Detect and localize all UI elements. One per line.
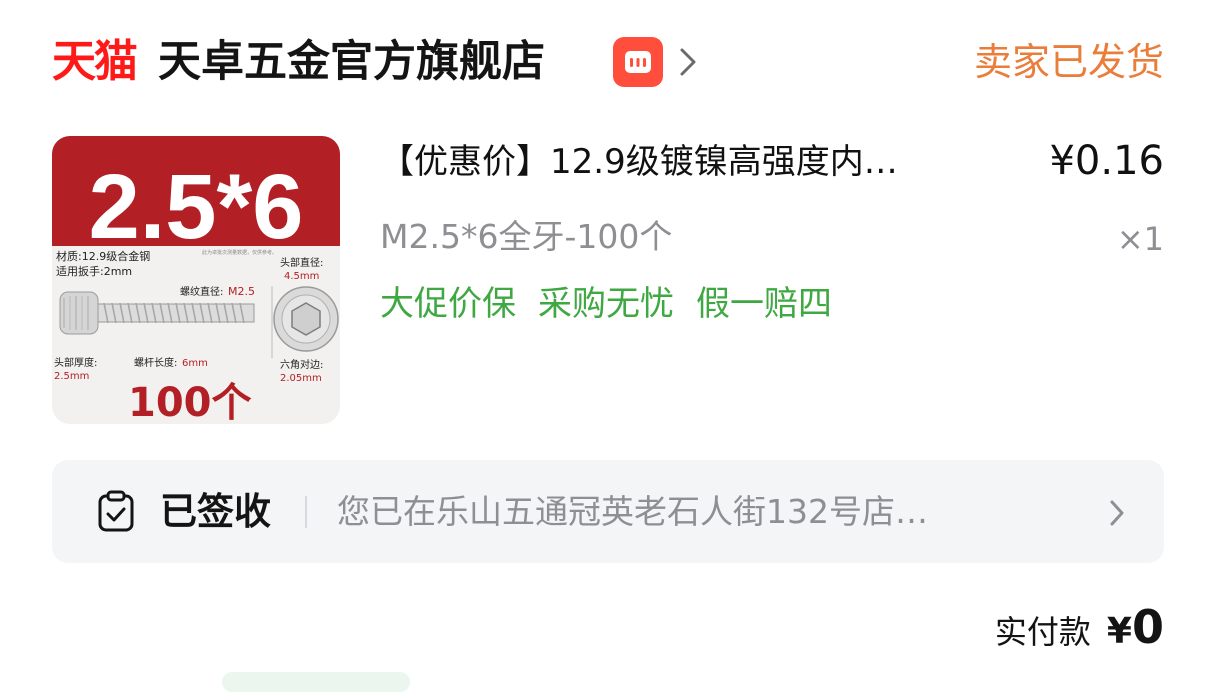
image-wrench: 适用扳手:2mm <box>56 264 132 278</box>
payment-row: 实付款 ¥0 <box>995 600 1164 654</box>
product-spec: M2.5*6全牙-100个 <box>380 217 673 256</box>
image-head-diameter-value: 4.5mm <box>284 271 319 282</box>
image-head-thickness-label: 头部厚度: <box>54 356 97 369</box>
shop-badge-icon[interactable] <box>613 37 663 87</box>
bottom-action-partial[interactable] <box>222 672 410 692</box>
service-tag-price-protection[interactable]: 大促价保 <box>380 280 516 328</box>
image-disclaimer: 此为卓批次测量数据，仅供参考。 <box>202 249 277 256</box>
service-tags: 大促价保 采购无忧 假一赔四 <box>380 280 832 328</box>
payment-value: 0 <box>1131 600 1164 654</box>
image-head-diameter-label: 头部直径: <box>280 256 323 269</box>
image-shaft-length-value: 6mm <box>182 358 208 369</box>
logistics-status: 已签收 <box>160 490 271 533</box>
service-tag-worry-free[interactable]: 采购无忧 <box>538 280 674 328</box>
image-count: 100个 <box>128 380 252 424</box>
payment-amount: ¥0 <box>1107 600 1164 654</box>
currency-symbol: ¥ <box>1106 611 1132 652</box>
logistics-detail: 您已在乐山五通冠英老石人街132号店… <box>337 492 928 531</box>
image-thread-diameter-value: M2.5 <box>228 285 255 298</box>
divider <box>305 496 307 528</box>
shop-name-link[interactable]: 天卓五金官方旗舰店 <box>158 34 545 90</box>
image-shaft-length-label: 螺杆长度: <box>134 356 177 369</box>
image-size-text: 2.5*6 <box>89 156 304 258</box>
shop-header: 天猫 天卓五金官方旗舰店 卖家已发货 <box>52 30 1164 94</box>
order-status: 卖家已发货 <box>973 40 1164 84</box>
product-image[interactable]: 2.5*6 此为卓批次测量数据，仅供参考。 材质:12.9级合金钢 适用扳手:2… <box>52 136 340 424</box>
tmall-logo: 天猫 <box>52 36 138 87</box>
product-quantity: ×1 <box>1116 220 1164 258</box>
chevron-right-icon[interactable] <box>1108 498 1126 532</box>
image-hex-value: 2.05mm <box>280 373 322 384</box>
clipboard-check-icon <box>96 490 136 538</box>
image-material: 材质:12.9级合金钢 <box>56 249 150 263</box>
image-head-thickness-value: 2.5mm <box>54 371 89 382</box>
product-price: ¥0.16 <box>1049 138 1164 184</box>
chevron-right-icon[interactable] <box>678 46 698 82</box>
service-tag-fake-compensation[interactable]: 假一赔四 <box>696 280 832 328</box>
image-thread-diameter-label: 螺纹直径: <box>180 285 223 298</box>
payment-label: 实付款 <box>994 613 1091 651</box>
logistics-card[interactable]: 已签收 您已在乐山五通冠英老石人街132号店… <box>52 460 1164 563</box>
image-hex-label: 六角对边: <box>280 358 323 371</box>
product-title[interactable]: 【优惠价】12.9级镀镍高强度内… <box>380 138 1000 186</box>
